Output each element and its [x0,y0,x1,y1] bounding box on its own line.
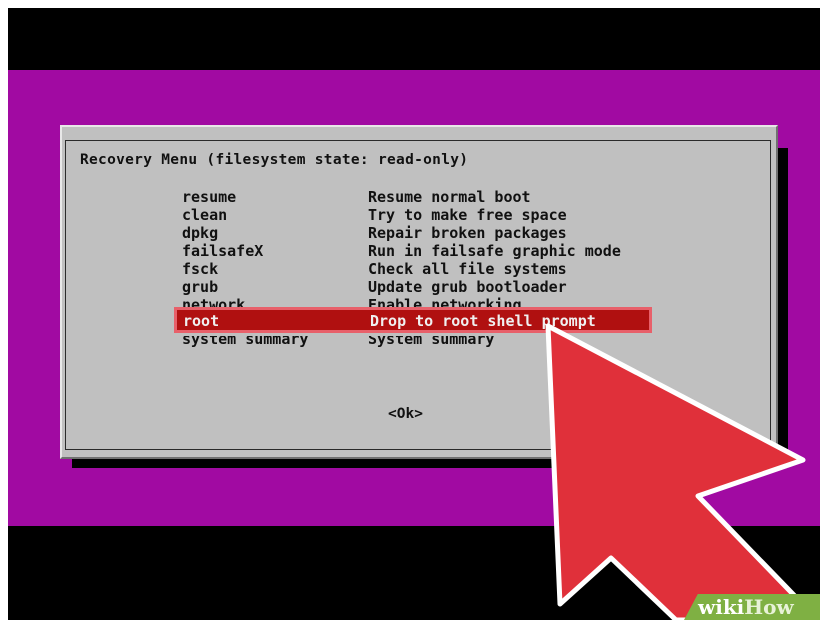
menu-item-name: dpkg [182,224,219,242]
menu-item-failsafex[interactable]: failsafeX Run in failsafe graphic mode [182,242,662,260]
ok-button[interactable]: <Ok> [388,406,423,422]
menu-item-name: grub [182,278,219,296]
menu-item-name: failsafeX [182,242,264,260]
wikihow-logo: wikiHow [698,594,794,620]
menu-item-description: Check all file systems [368,260,567,278]
wikihow-logo-how: How [744,595,794,619]
dialog-title: Recovery Menu (filesystem state: read-on… [80,152,469,168]
recovery-menu-dialog: Recovery Menu (filesystem state: read-on… [60,125,778,459]
menu-item-resume[interactable]: resume Resume normal boot [182,188,662,206]
menu-item-root-selected[interactable]: root Drop to root shell prompt [174,307,652,333]
wikihow-logo-wiki: wiki [698,595,745,619]
menu-item-description: System summary [368,336,495,348]
screenshot-frame: Recovery Menu (filesystem state: read-on… [8,8,820,620]
menu-item-clean[interactable]: clean Try to make free space [182,206,662,224]
menu-item-description: Run in failsafe graphic mode [368,242,621,260]
menu-item-name: clean [182,206,228,224]
menu-item-system-summary[interactable]: system summary System summary [182,336,662,348]
menu-item-name: resume [182,188,237,206]
menu-item-dpkg[interactable]: dpkg Repair broken packages [182,224,662,242]
menu-item-name: system summary [182,336,309,348]
menu-item-name: fsck [182,260,219,278]
menu-item-fsck[interactable]: fsck Check all file systems [182,260,662,278]
menu-item-grub[interactable]: grub Update grub bootloader [182,278,662,296]
menu-item-description: Update grub bootloader [368,278,567,296]
menu-item-description: Try to make free space [368,206,567,224]
menu-item-description: Resume normal boot [368,188,531,206]
menu-item-name: root [183,312,220,330]
menu-item-description: Drop to root shell prompt [370,312,596,330]
menu-item-description: Repair broken packages [368,224,567,242]
